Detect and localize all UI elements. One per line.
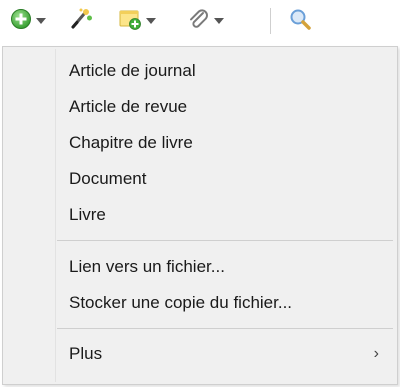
new-note-button[interactable] xyxy=(118,6,156,36)
menu-item-label: Article de revue xyxy=(69,97,188,116)
menu-item-label: Livre xyxy=(69,205,106,224)
magic-wand-icon xyxy=(68,6,94,37)
menu-item-more[interactable]: Plus › xyxy=(69,337,387,371)
add-by-identifier-button[interactable] xyxy=(68,6,94,36)
menu-item-magazine-article[interactable]: Article de revue xyxy=(69,90,387,124)
chevron-down-icon xyxy=(214,18,224,24)
new-item-button[interactable] xyxy=(10,6,46,36)
toolbar-separator xyxy=(270,8,271,34)
menu-item-book-section[interactable]: Chapitre de livre xyxy=(69,126,387,160)
chevron-down-icon xyxy=(146,18,156,24)
menu-item-document[interactable]: Document xyxy=(69,162,387,196)
menu-gutter-divider xyxy=(55,49,56,382)
menu-item-link-to-file[interactable]: Lien vers un fichier... xyxy=(69,250,387,284)
menu-icon-gutter xyxy=(7,47,53,384)
menu-item-label: Lien vers un fichier... xyxy=(69,257,225,276)
add-note-icon xyxy=(118,7,142,36)
screen: Article de journal Article de revue Chap… xyxy=(0,0,400,387)
toolbar xyxy=(0,0,400,44)
menu-item-label: Stocker une copie du fichier... xyxy=(69,293,293,312)
menu-item-label: Plus xyxy=(69,344,103,363)
chevron-right-icon: › xyxy=(373,345,379,362)
menu-item-label: Document xyxy=(69,169,147,188)
menu-item-store-copy-of-file[interactable]: Stocker une copie du fichier... xyxy=(69,286,387,320)
chevron-down-icon xyxy=(36,18,46,24)
menu-item-journal-article[interactable]: Article de journal xyxy=(69,54,387,88)
menu-item-label: Article de journal xyxy=(69,61,196,80)
new-attachment-button[interactable] xyxy=(186,6,224,36)
menu-separator xyxy=(57,328,393,329)
menu-separator xyxy=(57,240,393,241)
search-button[interactable] xyxy=(288,6,312,36)
search-icon xyxy=(288,7,312,36)
attachment-icon xyxy=(186,7,210,36)
add-item-icon xyxy=(10,8,32,35)
menu-item-book[interactable]: Livre xyxy=(69,198,387,232)
new-item-menu: Article de journal Article de revue Chap… xyxy=(2,46,398,385)
menu-item-label: Chapitre de livre xyxy=(69,133,193,152)
